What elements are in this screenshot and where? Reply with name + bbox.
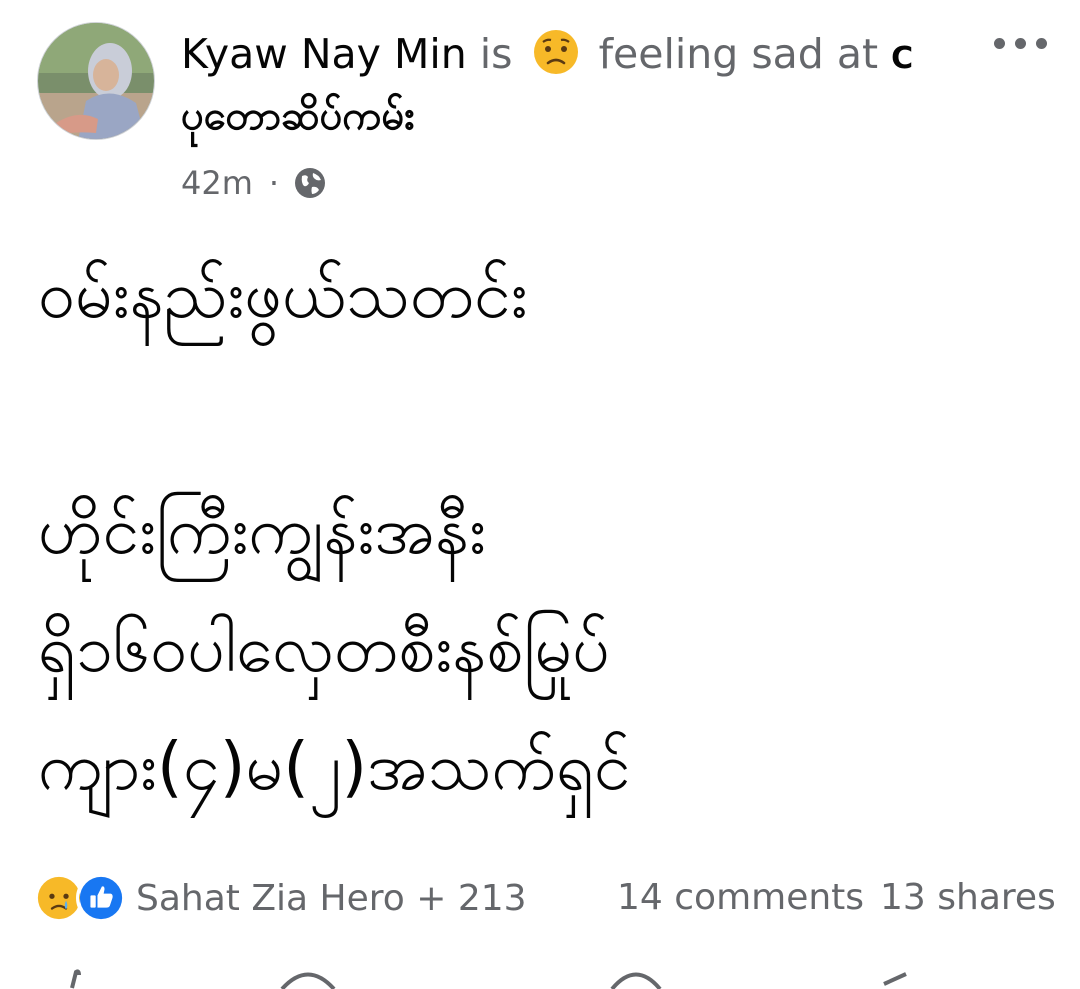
reactions-label: Sahat Zia Hero + 213 bbox=[136, 877, 527, 919]
location-initial[interactable]: C bbox=[891, 41, 913, 76]
comment-action-icon[interactable] bbox=[278, 966, 338, 989]
post-body-blank-line bbox=[38, 354, 1048, 472]
like-reaction-icon bbox=[76, 873, 126, 923]
globe-icon[interactable] bbox=[293, 166, 327, 200]
author-name[interactable]: Kyaw Nay Min bbox=[181, 30, 467, 78]
post-time[interactable]: 42m bbox=[181, 164, 253, 202]
meta-separator: · bbox=[268, 164, 280, 202]
reactions-summary[interactable]: Sahat Zia Hero + 213 bbox=[34, 868, 527, 928]
post-footer: Sahat Zia Hero + 213 14 comments 13 shar… bbox=[0, 860, 1080, 932]
post-body-line: ရှိ၁၆ဝပါလှေတစီးနစ်မြုပ် bbox=[38, 610, 610, 687]
post-header: Kyaw Nay Min is feeling sad at C ပုတောဆိ… bbox=[0, 0, 1080, 220]
post-body: ဝမ်းနည်းဖွယ်သတင်း ဟိုင်းကြီးကျွန်းအနီး ရ… bbox=[38, 236, 1048, 826]
share-action-icon[interactable] bbox=[876, 966, 916, 989]
comments-count[interactable]: 14 comments bbox=[617, 868, 864, 928]
feeling-text: feeling sad at bbox=[598, 30, 879, 78]
is-text: is bbox=[479, 30, 513, 78]
post-body-line: ဟိုင်းကြီးကျွန်းအနီး bbox=[38, 492, 486, 569]
action-bar bbox=[0, 966, 1080, 989]
author-avatar[interactable] bbox=[37, 22, 155, 140]
sad-face-emoji bbox=[533, 30, 578, 74]
post-title-line: Kyaw Nay Min is feeling sad at C bbox=[181, 26, 971, 86]
post-body-line: ဝမ်းနည်းဖွယ်သတင်း bbox=[38, 256, 528, 333]
more-options-icon[interactable] bbox=[985, 28, 1055, 58]
location-name[interactable]: ပုတောဆိပ်ကမ်း bbox=[181, 88, 415, 144]
shares-count[interactable]: 13 shares bbox=[880, 868, 1056, 928]
post-meta: 42m · bbox=[181, 160, 327, 206]
post-body-line: ကျား(၄)မ(၂)အသက်ရှင် bbox=[38, 728, 631, 805]
send-action-icon[interactable] bbox=[606, 966, 666, 989]
like-action-icon[interactable] bbox=[52, 966, 92, 989]
